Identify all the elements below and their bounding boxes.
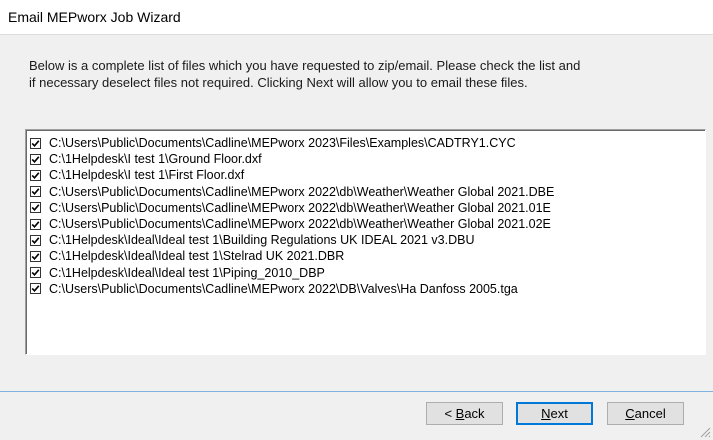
- instructions-line-2: if necessary deselect files not required…: [29, 75, 528, 90]
- footer-separator: [0, 391, 713, 392]
- file-checkbox[interactable]: [30, 137, 41, 149]
- file-checkbox[interactable]: [30, 202, 41, 214]
- file-list-item[interactable]: C:\Users\Public\Documents\Cadline\MEPwor…: [30, 184, 554, 200]
- file-list-item[interactable]: C:\1Helpdesk\Ideal\Ideal test 1\Building…: [30, 232, 474, 248]
- cancel-button[interactable]: Cancel: [607, 402, 684, 425]
- file-checklist[interactable]: C:\Users\Public\Documents\Cadline\MEPwor…: [25, 129, 706, 355]
- title-bar: Email MEPworx Job Wizard: [0, 0, 713, 35]
- file-path-label: C:\1Helpdesk\Ideal\Ideal test 1\Stelrad …: [49, 249, 345, 264]
- file-list-item[interactable]: C:\Users\Public\Documents\Cadline\MEPwor…: [30, 281, 518, 297]
- back-button-rest: ack: [464, 406, 485, 421]
- instructions-text: Below is a complete list of files which …: [29, 57, 699, 91]
- checkmark-icon: [31, 172, 40, 179]
- cancel-button-rest: ancel: [634, 406, 666, 421]
- checkmark-icon: [31, 139, 40, 147]
- file-checkbox[interactable]: [30, 234, 41, 246]
- checkmark-icon: [31, 155, 40, 163]
- checkmark-icon: [31, 285, 40, 293]
- file-path-label: C:\Users\Public\Documents\Cadline\MEPwor…: [49, 217, 551, 231]
- file-checkbox[interactable]: [30, 169, 41, 181]
- file-checkbox[interactable]: [30, 250, 41, 262]
- back-button-prefix: <: [444, 406, 456, 421]
- next-button-mnemonic: N: [541, 406, 551, 421]
- file-path-label: C:\1Helpdesk\I test 1\Ground Floor.dxf: [49, 152, 262, 167]
- file-path-label: C:\Users\Public\Documents\Cadline\MEPwor…: [49, 184, 555, 199]
- instructions-line-1: Below is a complete list of files which …: [29, 58, 581, 73]
- file-checkbox[interactable]: [30, 283, 41, 295]
- file-checkbox[interactable]: [30, 153, 41, 165]
- checkmark-icon: [31, 236, 40, 244]
- next-button[interactable]: Next: [516, 402, 593, 425]
- file-path-label: C:\Users\Public\Documents\Cadline\MEPwor…: [49, 136, 516, 150]
- resize-grip-icon[interactable]: [699, 426, 711, 438]
- file-list-item[interactable]: C:\Users\Public\Documents\Cadline\MEPwor…: [30, 216, 551, 232]
- file-path-label: C:\Users\Public\Documents\Cadline\MEPwor…: [49, 200, 551, 215]
- file-list-item[interactable]: C:\Users\Public\Documents\Cadline\MEPwor…: [30, 200, 551, 216]
- checkmark-icon: [31, 253, 40, 260]
- file-list-item[interactable]: C:\1Helpdesk\I test 1\First Floor.dxf: [30, 167, 244, 183]
- next-button-rest: ext: [550, 406, 568, 421]
- file-checkbox[interactable]: [30, 186, 41, 198]
- checkmark-icon: [31, 220, 40, 228]
- file-path-label: C:\1Helpdesk\I test 1\First Floor.dxf: [49, 168, 245, 183]
- file-checkbox[interactable]: [30, 218, 41, 230]
- cancel-button-mnemonic: C: [625, 406, 635, 421]
- checkmark-icon: [31, 269, 40, 277]
- window-title: Email MEPworx Job Wizard: [8, 9, 181, 25]
- file-list-item[interactable]: C:\1Helpdesk\I test 1\Ground Floor.dxf: [30, 151, 262, 167]
- file-list-item[interactable]: C:\Users\Public\Documents\Cadline\MEPwor…: [30, 135, 516, 151]
- checkmark-icon: [31, 188, 40, 196]
- file-list-item[interactable]: C:\1Helpdesk\Ideal\Ideal test 1\Stelrad …: [30, 248, 344, 264]
- file-path-label: C:\Users\Public\Documents\Cadline\MEPwor…: [49, 281, 518, 296]
- file-checkbox[interactable]: [30, 267, 41, 279]
- file-path-label: C:\1Helpdesk\Ideal\Ideal test 1\Building…: [49, 233, 475, 248]
- back-button[interactable]: < Back: [426, 402, 503, 425]
- file-path-label: C:\1Helpdesk\Ideal\Ideal test 1\Piping_2…: [49, 265, 325, 280]
- file-list-item[interactable]: C:\1Helpdesk\Ideal\Ideal test 1\Piping_2…: [30, 265, 325, 281]
- checkmark-icon: [31, 204, 40, 212]
